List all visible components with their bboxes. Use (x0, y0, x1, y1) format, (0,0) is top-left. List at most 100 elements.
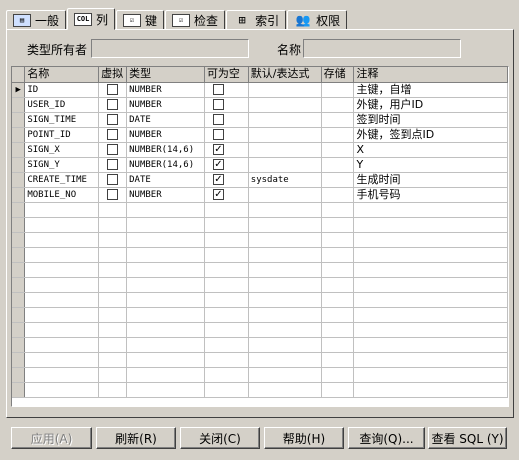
virtual-checkbox[interactable] (107, 143, 119, 155)
table-row[interactable]: SIGN_X NUMBER(14,6) ✓ X (12, 142, 508, 158)
cell-nullable[interactable] (204, 382, 249, 398)
cell-default[interactable] (248, 367, 322, 383)
cell-comment[interactable]: 外键，签到点ID (353, 127, 508, 143)
cell-storage[interactable] (321, 262, 355, 278)
cell-comment[interactable] (353, 202, 508, 218)
cell-nullable[interactable]: ✓ (204, 142, 249, 158)
view-sql-button[interactable]: 查看 SQL (Y) (428, 427, 507, 449)
table-row[interactable] (12, 352, 508, 368)
tab-keys[interactable]: ☑ 键 (116, 10, 165, 30)
cell-storage[interactable] (321, 292, 355, 308)
cell-virtual[interactable] (98, 322, 128, 338)
cell-comment[interactable]: Y (353, 157, 508, 173)
header-nullable[interactable]: 可为空 (204, 67, 249, 83)
cell-nullable[interactable]: ✓ (204, 157, 249, 173)
cell-type[interactable]: NUMBER (126, 187, 205, 203)
cell-virtual[interactable] (98, 367, 128, 383)
cell-nullable[interactable] (204, 352, 249, 368)
cell-nullable[interactable] (204, 247, 249, 263)
cell-name[interactable] (24, 367, 100, 383)
cell-default[interactable] (248, 352, 322, 368)
row-indicator[interactable] (12, 97, 26, 113)
cell-storage[interactable] (321, 322, 355, 338)
nullable-checkbox[interactable]: ✓ (212, 188, 224, 200)
row-indicator[interactable] (12, 217, 26, 233)
cell-storage[interactable] (321, 97, 355, 113)
cell-virtual[interactable] (98, 112, 128, 128)
tab-indexes[interactable]: ⊞ 索引 (226, 10, 287, 30)
cell-nullable[interactable] (204, 127, 249, 143)
table-row[interactable] (12, 202, 508, 218)
cell-storage[interactable] (321, 157, 355, 173)
cell-default[interactable] (248, 307, 322, 323)
row-indicator[interactable] (12, 232, 26, 248)
cell-type[interactable]: NUMBER (126, 97, 205, 113)
cell-virtual[interactable] (98, 337, 128, 353)
row-indicator[interactable] (12, 337, 26, 353)
row-indicator[interactable] (12, 277, 26, 293)
cell-storage[interactable] (321, 127, 355, 143)
cell-type[interactable] (126, 292, 205, 308)
cell-type[interactable] (126, 202, 205, 218)
cell-virtual[interactable] (98, 277, 128, 293)
cell-storage[interactable] (321, 232, 355, 248)
row-indicator[interactable] (12, 322, 26, 338)
cell-virtual[interactable] (98, 82, 128, 98)
virtual-checkbox[interactable] (107, 128, 119, 140)
row-indicator[interactable] (12, 367, 26, 383)
nullable-checkbox[interactable] (212, 98, 224, 110)
table-row[interactable] (12, 232, 508, 248)
cell-default[interactable] (248, 382, 322, 398)
cell-virtual[interactable] (98, 142, 128, 158)
cell-default[interactable] (248, 97, 322, 113)
cell-type[interactable]: NUMBER (126, 127, 205, 143)
row-indicator[interactable] (12, 187, 26, 203)
cell-storage[interactable] (321, 82, 355, 98)
table-row[interactable] (12, 337, 508, 353)
cell-virtual[interactable] (98, 202, 128, 218)
cell-type[interactable] (126, 307, 205, 323)
cell-nullable[interactable] (204, 97, 249, 113)
cell-default[interactable] (248, 322, 322, 338)
cell-name[interactable] (24, 247, 100, 263)
cell-default[interactable] (248, 202, 322, 218)
cell-comment[interactable] (353, 217, 508, 233)
cell-default[interactable] (248, 262, 322, 278)
cell-name[interactable] (24, 232, 100, 248)
cell-type[interactable] (126, 217, 205, 233)
cell-nullable[interactable] (204, 112, 249, 128)
cell-nullable[interactable] (204, 337, 249, 353)
cell-virtual[interactable] (98, 157, 128, 173)
tab-columns[interactable]: COL 列 (67, 8, 116, 30)
cell-type[interactable] (126, 337, 205, 353)
cell-name[interactable]: SIGN_TIME (24, 112, 100, 128)
cell-default[interactable]: sysdate (248, 172, 322, 188)
cell-storage[interactable] (321, 142, 355, 158)
header-storage[interactable]: 存储 (321, 67, 355, 83)
cell-nullable[interactable] (204, 322, 249, 338)
cell-type[interactable]: NUMBER (126, 82, 205, 98)
nullable-checkbox[interactable]: ✓ (212, 158, 224, 170)
cell-nullable[interactable] (204, 202, 249, 218)
cell-name[interactable]: SIGN_Y (24, 157, 100, 173)
cell-comment[interactable]: 主键，自增 (353, 82, 508, 98)
row-indicator[interactable] (12, 307, 26, 323)
table-row[interactable] (12, 322, 508, 338)
row-indicator[interactable] (12, 127, 26, 143)
nullable-checkbox[interactable] (212, 83, 224, 95)
cell-default[interactable] (248, 292, 322, 308)
cell-comment[interactable]: 外键，用户ID (353, 97, 508, 113)
virtual-checkbox[interactable] (107, 188, 119, 200)
cell-comment[interactable]: 生成时间 (353, 172, 508, 188)
cell-nullable[interactable] (204, 277, 249, 293)
cell-comment[interactable] (353, 337, 508, 353)
tab-privileges[interactable]: 👥 权限 (287, 10, 348, 30)
cell-type[interactable] (126, 382, 205, 398)
cell-type[interactable]: NUMBER(14,6) (126, 142, 205, 158)
cell-name[interactable]: MOBILE_NO (24, 187, 100, 203)
table-row[interactable] (12, 307, 508, 323)
header-comment[interactable]: 注释 (353, 67, 508, 83)
cell-type[interactable]: DATE (126, 172, 205, 188)
row-indicator[interactable]: ▶ (12, 82, 26, 98)
cell-default[interactable] (248, 112, 322, 128)
